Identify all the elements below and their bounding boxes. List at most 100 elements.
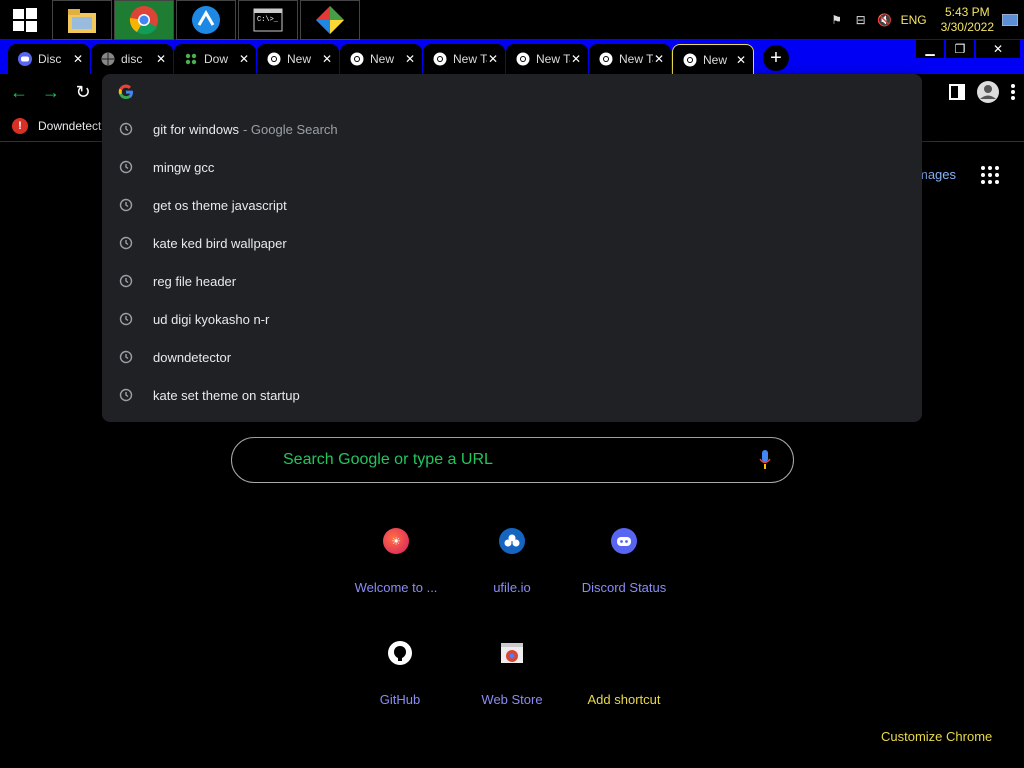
suggestion-extra: - Google Search	[242, 121, 338, 137]
tab-close-icon[interactable]: ✕	[155, 52, 167, 66]
downdetector-icon	[184, 52, 198, 66]
suggestion-item[interactable]: kate ked bird wallpaper	[102, 224, 922, 262]
tab-title: Disc	[38, 52, 62, 66]
voice-search-icon[interactable]	[759, 450, 771, 470]
reload-button[interactable]: ↻	[70, 79, 96, 105]
history-clock-icon	[118, 349, 134, 365]
shortcut-ufile[interactable]: ufile.io	[456, 517, 568, 595]
history-clock-icon	[118, 311, 134, 327]
language-indicator[interactable]: ENG	[901, 13, 927, 27]
google-apps-icon[interactable]	[980, 165, 1000, 185]
chrome-icon	[599, 52, 613, 66]
discord-icon	[18, 52, 32, 66]
tab-1[interactable]: disc ✕	[91, 44, 173, 74]
shortcut-label: Discord Status	[581, 580, 667, 595]
svg-text:C:\>_: C:\>_	[257, 16, 279, 24]
suggestion-item[interactable]: downdetector	[102, 338, 922, 376]
shortcut-discord-status[interactable]: Discord Status	[568, 517, 680, 595]
flag-icon[interactable]: ⚑	[829, 12, 845, 28]
suggestion-item[interactable]: kate set theme on startup	[102, 376, 922, 414]
clock-time: 5:43 PM	[944, 4, 990, 19]
command-prompt-icon[interactable]: C:\>_	[238, 0, 298, 40]
shortcut-add[interactable]: Add shortcut	[568, 629, 680, 707]
suggestion-item[interactable]: mingw gcc	[102, 148, 922, 186]
tab-title: New Tab	[536, 52, 570, 66]
tab-close-icon[interactable]: ✕	[735, 53, 747, 67]
tab-close-icon[interactable]: ✕	[404, 52, 416, 66]
suggestion-item[interactable]: get os theme javascript	[102, 186, 922, 224]
file-explorer-icon[interactable]	[52, 0, 112, 40]
history-clock-icon	[118, 235, 134, 251]
suggestion-text: downdetector	[153, 349, 232, 365]
globe-icon	[101, 52, 115, 66]
welcome-icon: ☀	[372, 517, 420, 565]
tab-close-icon[interactable]: ✕	[487, 52, 499, 66]
chrome-icon[interactable]	[114, 0, 174, 40]
suggestion-text: kate ked bird wallpaper	[153, 235, 287, 251]
google-g-icon	[118, 84, 133, 100]
tab-8[interactable]: New ✕	[672, 44, 754, 74]
show-desktop-icon[interactable]	[1002, 12, 1018, 28]
suggestion-item[interactable]: ud digi kyokasho n-r	[102, 300, 922, 338]
side-panel-icon[interactable]	[948, 83, 966, 106]
chrome-icon	[350, 52, 364, 66]
history-clock-icon	[118, 273, 134, 289]
suggestion-item[interactable]: reg file header	[102, 262, 922, 300]
clock[interactable]: 5:43 PM 3/30/2022	[941, 5, 994, 35]
restore-button[interactable]: ❐	[946, 40, 974, 58]
shortcut-web-store[interactable]: Web Store	[456, 629, 568, 707]
close-window-button[interactable]: ✕	[976, 40, 1020, 58]
tab-0[interactable]: Disc ✕	[8, 44, 90, 74]
omnibox-dropdown: git for windows - Google Search mingw gcc…	[102, 74, 922, 422]
images-link[interactable]: mages	[917, 167, 956, 182]
minimize-button[interactable]: ▁	[916, 40, 944, 58]
tab-close-icon[interactable]: ✕	[72, 52, 84, 66]
tab-4[interactable]: New ✕	[340, 44, 422, 74]
shortcut-github[interactable]: GitHub	[344, 629, 456, 707]
volume-muted-icon[interactable]: 🔇	[877, 12, 893, 28]
customize-chrome-button[interactable]: Customize Chrome	[881, 729, 992, 744]
shortcut-label: Welcome to ...	[354, 580, 438, 595]
suggestion-text: reg file header	[153, 273, 237, 289]
tab-title: New	[370, 52, 395, 66]
omnibox-input-row[interactable]	[102, 74, 922, 110]
clock-date: 3/30/2022	[940, 19, 994, 34]
tab-close-icon[interactable]: ✕	[570, 52, 582, 66]
tab-title: New Tab	[453, 52, 487, 66]
back-button[interactable]: ←	[6, 79, 32, 105]
web-store-icon	[488, 629, 536, 677]
tab-2[interactable]: Dow ✕	[174, 44, 256, 74]
windows-start-icon[interactable]	[0, 0, 50, 40]
profile-avatar-icon[interactable]	[976, 80, 1000, 109]
shortcut-welcome[interactable]: ☀ Welcome to ...	[340, 517, 452, 595]
tab-3[interactable]: New ✕	[257, 44, 339, 74]
tab-close-icon[interactable]: ✕	[238, 52, 250, 66]
tab-title: disc	[121, 52, 143, 66]
tab-close-icon[interactable]: ✕	[321, 52, 333, 66]
app-icon-blue[interactable]	[176, 0, 236, 40]
tab-7[interactable]: New Tab✕	[589, 44, 671, 74]
tab-close-icon[interactable]: ✕	[653, 52, 665, 66]
system-tray: ⚑ ⊟ 🔇 ENG 5:43 PM 3/30/2022	[829, 0, 1024, 39]
search-placeholder: Search Google or type a URL	[283, 451, 493, 468]
downdetector-alert-icon: !	[12, 117, 28, 134]
menu-kebab-icon[interactable]	[1010, 83, 1016, 106]
app-icon-diamond[interactable]	[300, 0, 360, 40]
tab-strip: Disc✕disc✕Dow✕New✕New✕New Tab✕New Tab✕Ne…	[0, 40, 1024, 74]
tab-5[interactable]: New Tab✕	[423, 44, 505, 74]
forward-button[interactable]: →	[38, 79, 64, 105]
add-icon	[600, 629, 648, 677]
ufile-icon	[488, 517, 536, 565]
ntp-search-box[interactable]: Search Google or type a URL	[231, 437, 794, 483]
suggestion-text: ud digi kyokasho n-r	[153, 311, 270, 327]
new-tab-button[interactable]: +	[763, 45, 789, 71]
suggestion-list: git for windows - Google Search mingw gcc…	[102, 110, 922, 414]
shortcut-label: Web Store	[481, 692, 543, 707]
suggestion-item[interactable]: git for windows - Google Search	[102, 110, 922, 148]
history-clock-icon	[118, 387, 134, 403]
tab-title: New	[287, 52, 312, 66]
bookmark-downdetector[interactable]: Downdetect	[38, 119, 101, 133]
chrome-icon	[683, 53, 697, 67]
network-icon[interactable]: ⊟	[853, 12, 869, 28]
tab-6[interactable]: New Tab✕	[506, 44, 588, 74]
